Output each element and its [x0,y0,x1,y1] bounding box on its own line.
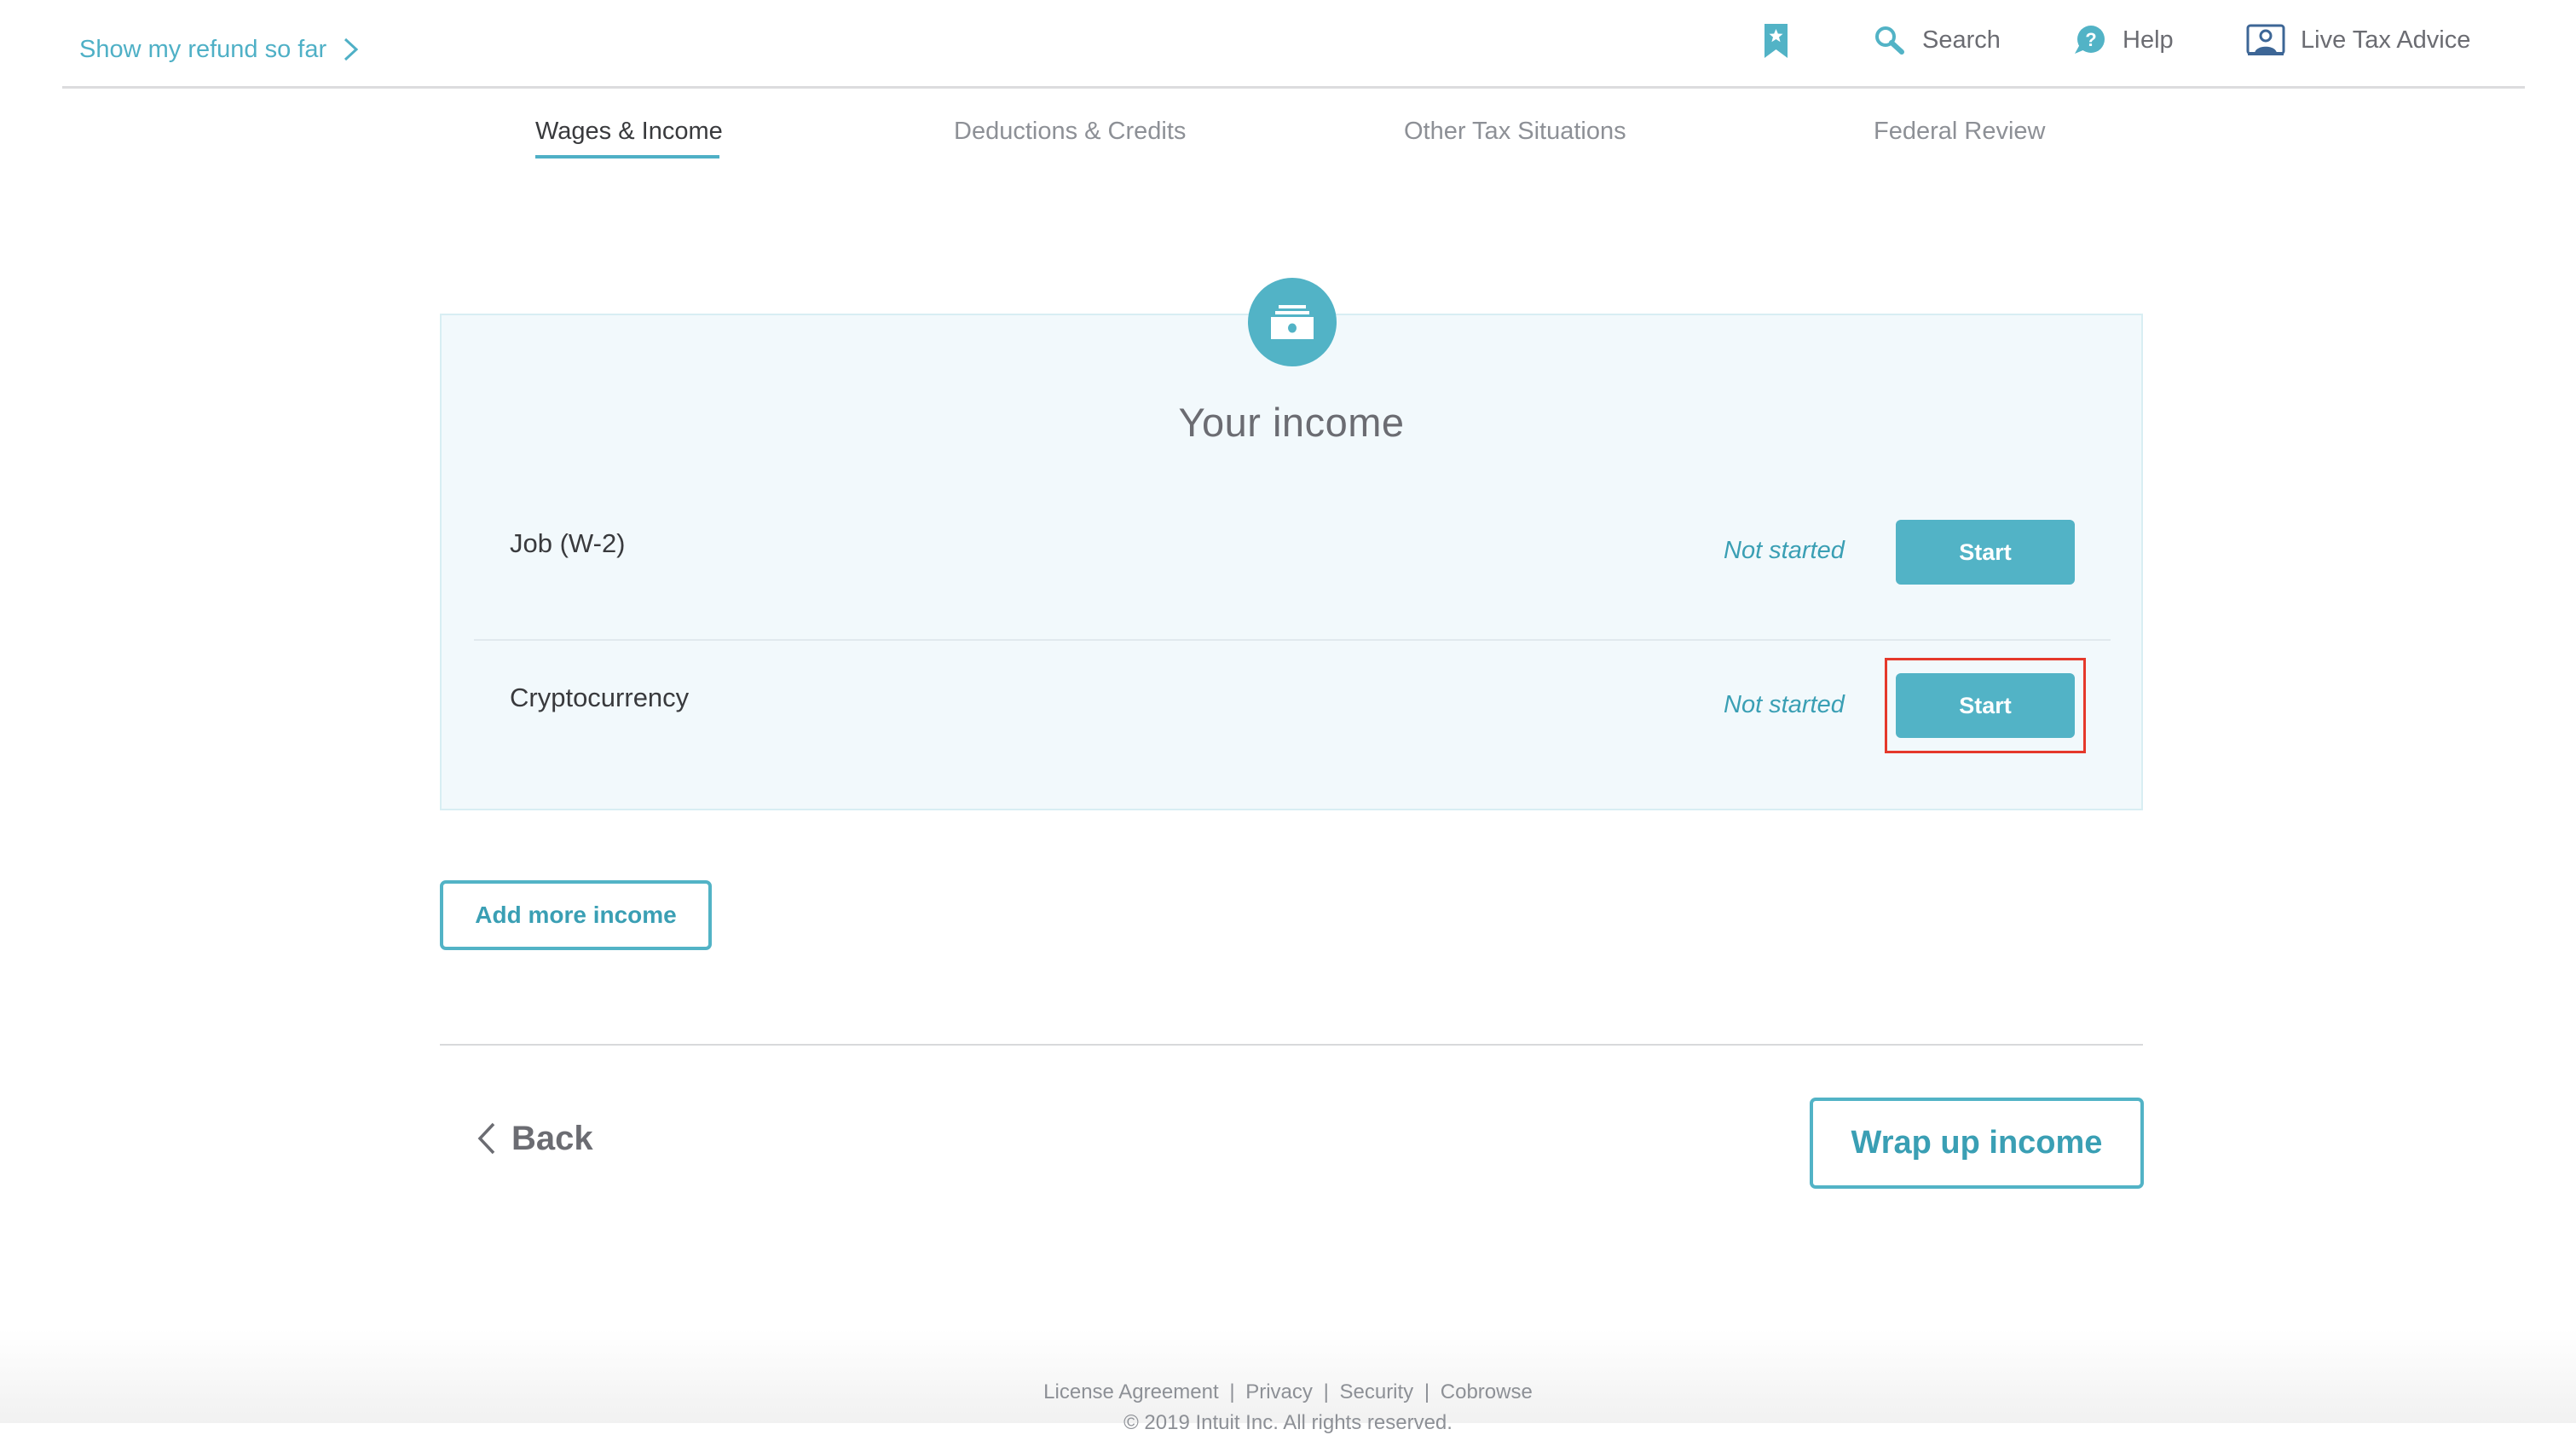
income-row-label-cryptocurrency: Cryptocurrency [510,683,690,712]
show-refund-label: Show my refund so far [79,35,327,63]
copyright: © 2019 Intuit Inc. All rights reserved. [1123,1411,1453,1434]
help-question-icon: ? [2075,26,2105,54]
wrap-up-income-button[interactable]: Wrap up income [1810,1098,2144,1189]
svg-text:?: ? [2085,29,2096,50]
add-more-income-button[interactable]: Add more income [440,880,712,950]
back-button[interactable]: Back [477,1118,593,1159]
help-label: Help [2123,26,2174,54]
search-label: Search [1922,26,2001,54]
income-row-status-cryptocurrency: Not started [1724,691,1845,718]
row-divider [474,639,2111,641]
income-icon-badge [1248,278,1337,366]
footer-separator: | [1323,1380,1329,1403]
income-row-label-job-w2: Job (W-2) [510,528,626,558]
money-stack-icon [1271,305,1314,339]
footer-link-license-agreement[interactable]: License Agreement [1043,1380,1218,1403]
chevron-left-icon [477,1122,495,1155]
income-row-status-job-w2: Not started [1724,537,1845,564]
back-label: Back [511,1119,593,1157]
active-tab-indicator [535,155,719,158]
search-button[interactable]: Search [1874,22,2001,58]
chevron-right-icon [344,37,359,61]
tab-wages-income[interactable]: Wages & Income [535,118,723,147]
footer-separator: | [1229,1380,1235,1403]
live-tax-advice-icon [2246,24,2285,55]
live-tax-advice-label: Live Tax Advice [2301,26,2471,54]
footer-link-cobrowse[interactable]: Cobrowse [1441,1380,1533,1403]
tab-federal-review[interactable]: Federal Review [1874,118,2045,147]
tab-other-tax-situations[interactable]: Other Tax Situations [1404,118,1626,147]
footer-links: License Agreement | Privacy | Security |… [0,1380,2576,1404]
income-card [440,314,2143,810]
footer [0,1329,2576,1423]
footer-link-security[interactable]: Security [1339,1380,1413,1403]
tab-deductions-credits[interactable]: Deductions & Credits [954,118,1186,147]
search-icon [1875,26,1904,55]
live-tax-advice-button[interactable]: Live Tax Advice [2246,22,2470,58]
footer-separator: | [1424,1380,1430,1403]
bookmark-star-icon[interactable] [1765,24,1788,58]
section-divider [440,1044,2143,1046]
show-refund-link[interactable]: Show my refund so far [79,32,361,66]
header-divider [62,86,2525,89]
card-title: Your income [1178,400,1405,445]
help-button[interactable]: ? Help [2073,22,2174,58]
footer-link-privacy[interactable]: Privacy [1245,1380,1313,1403]
start-button-cryptocurrency[interactable]: Start [1896,673,2075,738]
start-button-job-w2[interactable]: Start [1896,520,2075,585]
